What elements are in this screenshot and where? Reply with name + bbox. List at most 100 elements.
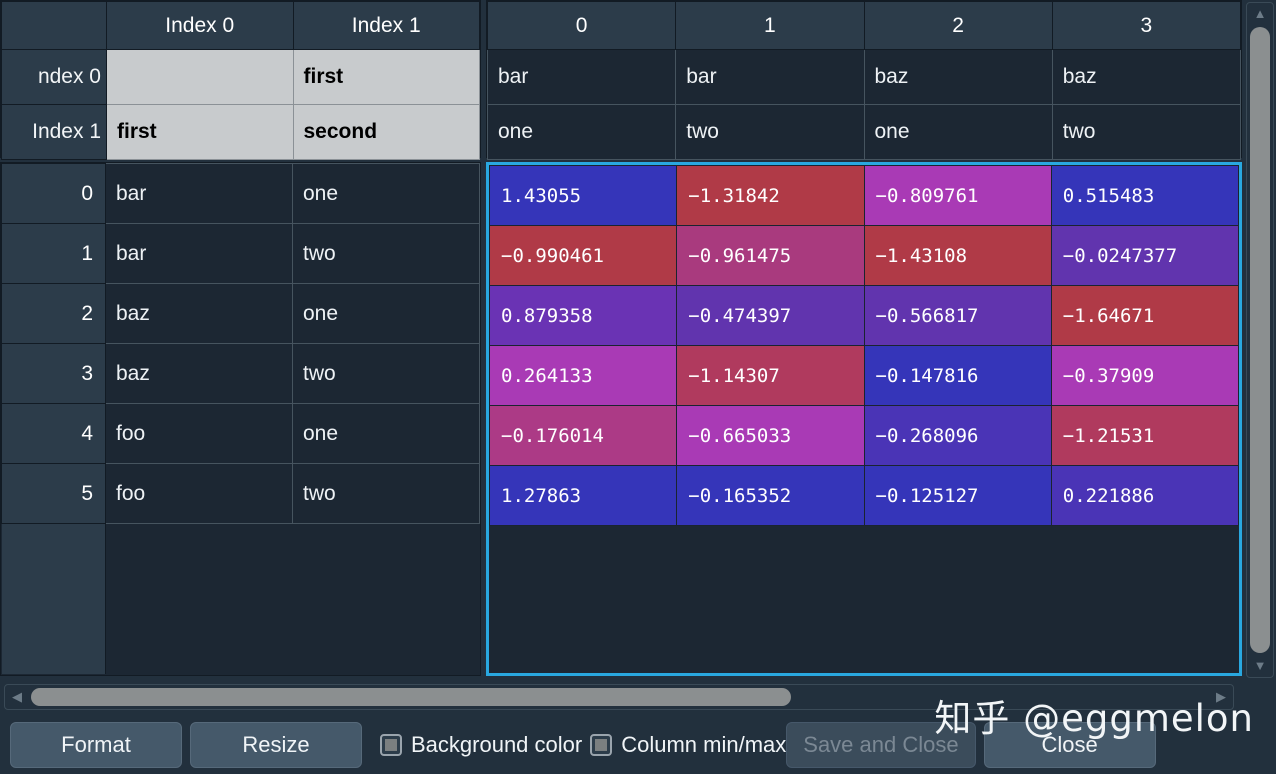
table-row[interactable]: 3 baz two [2, 344, 480, 404]
index-cell-5-level0[interactable]: foo [106, 464, 293, 524]
index-header-row-0: ndex 0 first [2, 50, 480, 105]
table-row[interactable]: −0.990461 −0.961475 −1.43108 −0.0247377 [490, 226, 1239, 286]
table-row[interactable]: 1 bar two [2, 224, 480, 284]
vertical-scrollbar[interactable]: ▲ ▼ [1246, 2, 1274, 678]
data-cell-3-1[interactable]: −1.14307 [677, 346, 864, 406]
index-header-cell-1-1[interactable]: second [293, 105, 480, 160]
table-row[interactable]: 0.879358 −0.474397 −0.566817 −1.64671 [490, 286, 1239, 346]
data-cell-4-1[interactable]: −0.665033 [677, 406, 864, 466]
column-header-level-0: bar bar baz baz [488, 50, 1241, 105]
data-cell-1-1[interactable]: −0.961475 [677, 226, 864, 286]
save-and-close-button[interactable]: Save and Close [786, 722, 975, 768]
index-cell-1-level1[interactable]: two [293, 224, 480, 284]
data-cell-5-2[interactable]: −0.125127 [864, 466, 1051, 526]
index-header-col-1[interactable]: Index 1 [293, 2, 480, 50]
checkbox-icon[interactable] [380, 734, 402, 756]
index-cell-0-level0[interactable]: bar [106, 164, 293, 224]
scroll-down-arrow-icon[interactable]: ▼ [1247, 655, 1273, 677]
row-number-5[interactable]: 5 [2, 464, 106, 524]
horizontal-scrollbar-thumb[interactable] [31, 688, 791, 706]
data-cell-3-0[interactable]: 0.264133 [490, 346, 677, 406]
column-header-2[interactable]: 2 [864, 2, 1052, 50]
data-cell-0-2[interactable]: −0.809761 [864, 166, 1051, 226]
row-number-0[interactable]: 0 [2, 164, 106, 224]
column-header-level0-0[interactable]: bar [488, 50, 676, 105]
resize-button[interactable]: Resize [190, 722, 362, 768]
background-color-checkbox[interactable]: Background color [380, 732, 582, 758]
index-cell-3-level0[interactable]: baz [106, 344, 293, 404]
data-cell-3-2[interactable]: −0.147816 [864, 346, 1051, 406]
data-cell-2-1[interactable]: −0.474397 [677, 286, 864, 346]
scroll-left-arrow-icon[interactable]: ◀ [7, 685, 27, 709]
index-header-col-0[interactable]: Index 0 [107, 2, 294, 50]
data-cell-1-3[interactable]: −0.0247377 [1051, 226, 1238, 286]
index-cell-2-level1[interactable]: one [293, 284, 480, 344]
bottom-toolbar: Format Resize Background color Column mi… [0, 716, 1276, 774]
column-header-level1-1[interactable]: two [676, 105, 864, 160]
data-grid[interactable]: 1.43055 −1.31842 −0.809761 0.515483 −0.9… [486, 162, 1242, 676]
data-cell-2-2[interactable]: −0.566817 [864, 286, 1051, 346]
table-row[interactable]: 0.264133 −1.14307 −0.147816 −0.37909 [490, 346, 1239, 406]
data-cell-0-1[interactable]: −1.31842 [677, 166, 864, 226]
index-header-rowlabel-1[interactable]: Index 1 [2, 105, 107, 160]
row-number-2[interactable]: 2 [2, 284, 106, 344]
index-header-cell-0-1[interactable]: first [293, 50, 480, 105]
table-row[interactable]: 1.27863 −0.165352 −0.125127 0.221886 [490, 466, 1239, 526]
index-cell-1-level0[interactable]: bar [106, 224, 293, 284]
table-row[interactable]: 4 foo one [2, 404, 480, 464]
data-cell-1-0[interactable]: −0.990461 [490, 226, 677, 286]
vertical-scrollbar-thumb[interactable] [1250, 27, 1270, 653]
close-button[interactable]: Close [984, 722, 1156, 768]
table-row[interactable]: −0.176014 −0.665033 −0.268096 −1.21531 [490, 406, 1239, 466]
index-header-rowlabel-0[interactable]: ndex 0 [2, 50, 107, 105]
scroll-right-arrow-icon[interactable]: ▶ [1211, 685, 1231, 709]
table-row[interactable]: 0 bar one [2, 164, 480, 224]
data-cell-2-0[interactable]: 0.879358 [490, 286, 677, 346]
data-cell-5-3[interactable]: 0.221886 [1051, 466, 1238, 526]
index-cell-3-level1[interactable]: two [293, 344, 480, 404]
index-body-block[interactable]: 0 bar one 1 bar two 2 baz one 3 baz [0, 162, 481, 676]
dataframe-viewer: Index 0 Index 1 ndex 0 first Index 1 fir… [0, 0, 1276, 774]
table-row[interactable]: 1.43055 −1.31842 −0.809761 0.515483 [490, 166, 1239, 226]
column-header-0[interactable]: 0 [488, 2, 676, 50]
row-number-1[interactable]: 1 [2, 224, 106, 284]
index-cell-4-level0[interactable]: foo [106, 404, 293, 464]
column-minmax-label: Column min/max [621, 732, 786, 758]
index-cell-0-level1[interactable]: one [293, 164, 480, 224]
data-cell-4-2[interactable]: −0.268096 [864, 406, 1051, 466]
column-header-level0-3[interactable]: baz [1052, 50, 1240, 105]
data-cell-4-0[interactable]: −0.176014 [490, 406, 677, 466]
column-header-level1-3[interactable]: two [1052, 105, 1240, 160]
data-cell-4-3[interactable]: −1.21531 [1051, 406, 1238, 466]
index-header-cell-0-0[interactable] [107, 50, 294, 105]
table-row[interactable]: 2 baz one [2, 284, 480, 344]
column-minmax-checkbox[interactable]: Column min/max [590, 732, 786, 758]
row-number-4[interactable]: 4 [2, 404, 106, 464]
index-cell-5-level1[interactable]: two [293, 464, 480, 524]
column-header-level0-1[interactable]: bar [676, 50, 864, 105]
column-header-level1-0[interactable]: one [488, 105, 676, 160]
data-cell-2-3[interactable]: −1.64671 [1051, 286, 1238, 346]
horizontal-scrollbar[interactable]: ◀ ▶ [4, 684, 1234, 710]
checkbox-icon[interactable] [590, 734, 612, 756]
column-header-block: 0 1 2 3 bar bar baz baz one two one two [486, 0, 1242, 158]
index-header-cell-1-0[interactable]: first [107, 105, 294, 160]
column-header-3[interactable]: 3 [1052, 2, 1240, 50]
data-cell-0-3[interactable]: 0.515483 [1051, 166, 1238, 226]
format-button[interactable]: Format [10, 722, 182, 768]
index-cell-4-level1[interactable]: one [293, 404, 480, 464]
data-table: 1.43055 −1.31842 −0.809761 0.515483 −0.9… [489, 165, 1239, 526]
index-cell-2-level0[interactable]: baz [106, 284, 293, 344]
column-header-numbers: 0 1 2 3 [488, 2, 1241, 50]
column-header-level1-2[interactable]: one [864, 105, 1052, 160]
scroll-up-arrow-icon[interactable]: ▲ [1247, 3, 1273, 25]
data-cell-3-3[interactable]: −0.37909 [1051, 346, 1238, 406]
data-cell-5-0[interactable]: 1.27863 [490, 466, 677, 526]
row-number-3[interactable]: 3 [2, 344, 106, 404]
column-header-level0-2[interactable]: baz [864, 50, 1052, 105]
data-cell-1-2[interactable]: −1.43108 [864, 226, 1051, 286]
table-row[interactable]: 5 foo two [2, 464, 480, 524]
column-header-1[interactable]: 1 [676, 2, 864, 50]
data-cell-0-0[interactable]: 1.43055 [490, 166, 677, 226]
data-cell-5-1[interactable]: −0.165352 [677, 466, 864, 526]
